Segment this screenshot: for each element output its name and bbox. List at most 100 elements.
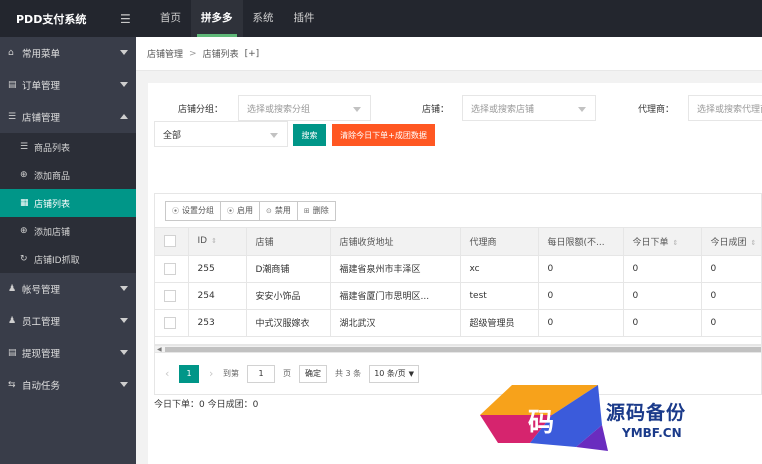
sidebar-group-staff[interactable]: ♟ 员工管理 bbox=[0, 305, 136, 337]
chevron-down-icon bbox=[578, 107, 586, 112]
cell-today-orders: 0 bbox=[623, 255, 702, 283]
goto-page-input[interactable]: 1 bbox=[247, 364, 275, 383]
goto-label: 到第 bbox=[223, 369, 239, 378]
status-select[interactable]: 全部 bbox=[154, 121, 288, 147]
delete-button[interactable]: ⊞ 删除 bbox=[297, 200, 336, 221]
menu-toggle-icon[interactable]: ☰ bbox=[120, 12, 150, 26]
scroll-left-arrow-icon[interactable]: ◀ bbox=[157, 346, 162, 353]
cell-agent: xc bbox=[460, 255, 539, 283]
chevron-down-icon bbox=[120, 318, 128, 323]
store-label: 店铺： bbox=[422, 105, 450, 115]
set-group-button[interactable]: ⦿ 设置分组 bbox=[165, 200, 221, 221]
table-horizontal-scrollbar[interactable]: ◀ bbox=[154, 345, 762, 353]
sidebar-group-label: 帐号管理 bbox=[22, 285, 61, 296]
plus-circle-icon: ⊕ bbox=[20, 226, 28, 236]
store-select[interactable]: 选择或搜索店铺 bbox=[462, 95, 596, 121]
play-icon: ⦿ bbox=[172, 206, 179, 215]
breadcrumb-separator: > bbox=[189, 48, 197, 59]
nav-plugins[interactable]: 插件 bbox=[284, 0, 325, 37]
sidebar-group-orders[interactable]: ▤ 订单管理 bbox=[0, 69, 136, 101]
sidebar-group-auto-tasks[interactable]: ⇆ 自动任务 bbox=[0, 369, 136, 401]
sort-icon[interactable]: ⇕ bbox=[673, 239, 679, 247]
sidebar-group-stores[interactable]: ☰ 店铺管理 bbox=[0, 101, 136, 133]
table-row[interactable]: 254 安安小饰品 福建省厦门市思明区... test 0 0 0 bbox=[155, 282, 761, 310]
cell-daily-limit: 0 bbox=[538, 309, 624, 337]
cell-daily-limit: 0 bbox=[538, 282, 624, 310]
row-checkbox[interactable] bbox=[164, 262, 176, 275]
total-count: 共 3 条 bbox=[335, 369, 362, 378]
sidebar-item-store-id-fetch[interactable]: ↻ 店铺ID抓取 bbox=[0, 245, 136, 273]
status-value: 全部 bbox=[163, 130, 182, 141]
page-size-value: 10 条/页 bbox=[374, 369, 406, 378]
prev-page-icon[interactable]: ‹ bbox=[165, 367, 179, 380]
column-header-address: 店铺收货地址 bbox=[330, 228, 461, 256]
app-logo: PDD支付系统 bbox=[16, 12, 87, 26]
row-checkbox[interactable] bbox=[164, 289, 176, 302]
today-summary: 今日下单：0 今日成团：0 bbox=[154, 400, 259, 410]
disable-button[interactable]: ⊙ 禁用 bbox=[260, 200, 298, 221]
sidebar-item-store-list[interactable]: ▦ 店铺列表 bbox=[0, 189, 136, 217]
sidebar-item-label: 商品列表 bbox=[34, 143, 71, 154]
breadcrumb-new-tab[interactable]: [+] bbox=[245, 49, 260, 59]
goto-confirm-button[interactable]: 确定 bbox=[299, 364, 327, 383]
top-navbar: PDD支付系统 ☰ 首页 拼多多 系统 插件 bbox=[0, 0, 762, 37]
row-checkbox[interactable] bbox=[164, 316, 176, 329]
clear-today-data-button[interactable]: 清除今日下单+成团数据 bbox=[332, 124, 435, 146]
scrollbar-thumb[interactable] bbox=[165, 347, 761, 352]
stop-icon: ⊙ bbox=[266, 206, 272, 215]
sidebar: ⌂ 常用菜单 ▤ 订单管理 ☰ 店铺管理 ☰ 商品列表 ⊕ 添加商品 ▦ 店铺列… bbox=[0, 37, 136, 464]
sidebar-group-common[interactable]: ⌂ 常用菜单 bbox=[0, 37, 136, 69]
chevron-down-icon bbox=[270, 133, 278, 138]
column-header-agent: 代理商 bbox=[460, 228, 539, 256]
store-group-select[interactable]: 选择或搜索分组 bbox=[238, 95, 371, 121]
sort-icon[interactable]: ⇕ bbox=[211, 237, 217, 245]
store-icon: ☰ bbox=[8, 112, 17, 122]
enable-label: 启用 bbox=[237, 206, 253, 215]
sidebar-group-label: 自动任务 bbox=[22, 381, 61, 392]
sidebar-group-accounts[interactable]: ♟ 帐号管理 bbox=[0, 273, 136, 305]
cell-id: 255 bbox=[188, 255, 247, 283]
chevron-up-icon bbox=[120, 114, 128, 119]
page-size-select[interactable]: 10 条/页 ▼ bbox=[369, 364, 419, 383]
agent-select[interactable]: 选择或搜索代理商 bbox=[688, 95, 762, 121]
column-header-today-orders[interactable]: 今日下单 ⇕ bbox=[623, 228, 702, 256]
agent-label: 代理商： bbox=[638, 105, 675, 115]
store-placeholder: 选择或搜索店铺 bbox=[471, 104, 535, 115]
chevron-down-icon bbox=[120, 382, 128, 387]
store-table: ID ⇕ 店铺 店铺收货地址 代理商 每日限额(不... 今日下单 ⇕ 今日成团 ⇕ … bbox=[155, 228, 761, 337]
watermark-url: YMBF.CN bbox=[622, 426, 682, 440]
sidebar-group-label: 员工管理 bbox=[22, 317, 61, 328]
table-row[interactable]: 255 D潮商铺 福建省泉州市丰泽区 xc 0 0 0 bbox=[155, 255, 761, 283]
chevron-down-icon bbox=[120, 82, 128, 87]
cell-daily-limit: 0 bbox=[538, 255, 624, 283]
nav-pinduoduo[interactable]: 拼多多 bbox=[191, 0, 243, 37]
sidebar-group-label: 提现管理 bbox=[22, 349, 61, 360]
cell-id: 254 bbox=[188, 282, 247, 310]
sidebar-group-withdraw[interactable]: ▤ 提现管理 bbox=[0, 337, 136, 369]
enable-button[interactable]: ⦿ 启用 bbox=[221, 200, 260, 221]
play-icon: ⦿ bbox=[227, 206, 234, 215]
search-button[interactable]: 搜索 bbox=[293, 124, 326, 146]
breadcrumb-store-manage[interactable]: 店铺管理 bbox=[147, 47, 183, 60]
select-all-checkbox[interactable] bbox=[164, 235, 176, 248]
watermark-title: 源码备份 bbox=[606, 402, 687, 424]
nav-system[interactable]: 系统 bbox=[243, 0, 284, 37]
grid-icon: ▦ bbox=[20, 198, 29, 208]
plus-circle-icon: ⊕ bbox=[20, 170, 28, 180]
cell-address: 福建省厦门市思明区... bbox=[330, 282, 461, 310]
column-header-id[interactable]: ID ⇕ bbox=[188, 228, 247, 256]
column-header-today-groups[interactable]: 今日成团 ⇕ bbox=[701, 228, 761, 256]
sidebar-item-add-store[interactable]: ⊕ 添加店铺 bbox=[0, 217, 136, 245]
nav-home[interactable]: 首页 bbox=[150, 0, 191, 37]
table-row[interactable]: 253 中式汉服嫁衣 湖北武汉 超级管理员 0 0 0 bbox=[155, 309, 761, 337]
sidebar-item-add-product[interactable]: ⊕ 添加商品 bbox=[0, 161, 136, 189]
withdraw-icon: ▤ bbox=[8, 348, 17, 358]
cell-today-groups: 0 bbox=[701, 255, 761, 283]
order-icon: ▤ bbox=[8, 80, 17, 90]
page-current[interactable]: 1 bbox=[179, 364, 199, 383]
list-icon: ☰ bbox=[20, 142, 29, 152]
breadcrumb-store-list[interactable]: 店铺列表 bbox=[203, 47, 239, 60]
sidebar-item-product-list[interactable]: ☰ 商品列表 bbox=[0, 133, 136, 161]
sort-icon[interactable]: ⇕ bbox=[751, 239, 757, 247]
next-page-icon[interactable]: › bbox=[209, 367, 223, 380]
